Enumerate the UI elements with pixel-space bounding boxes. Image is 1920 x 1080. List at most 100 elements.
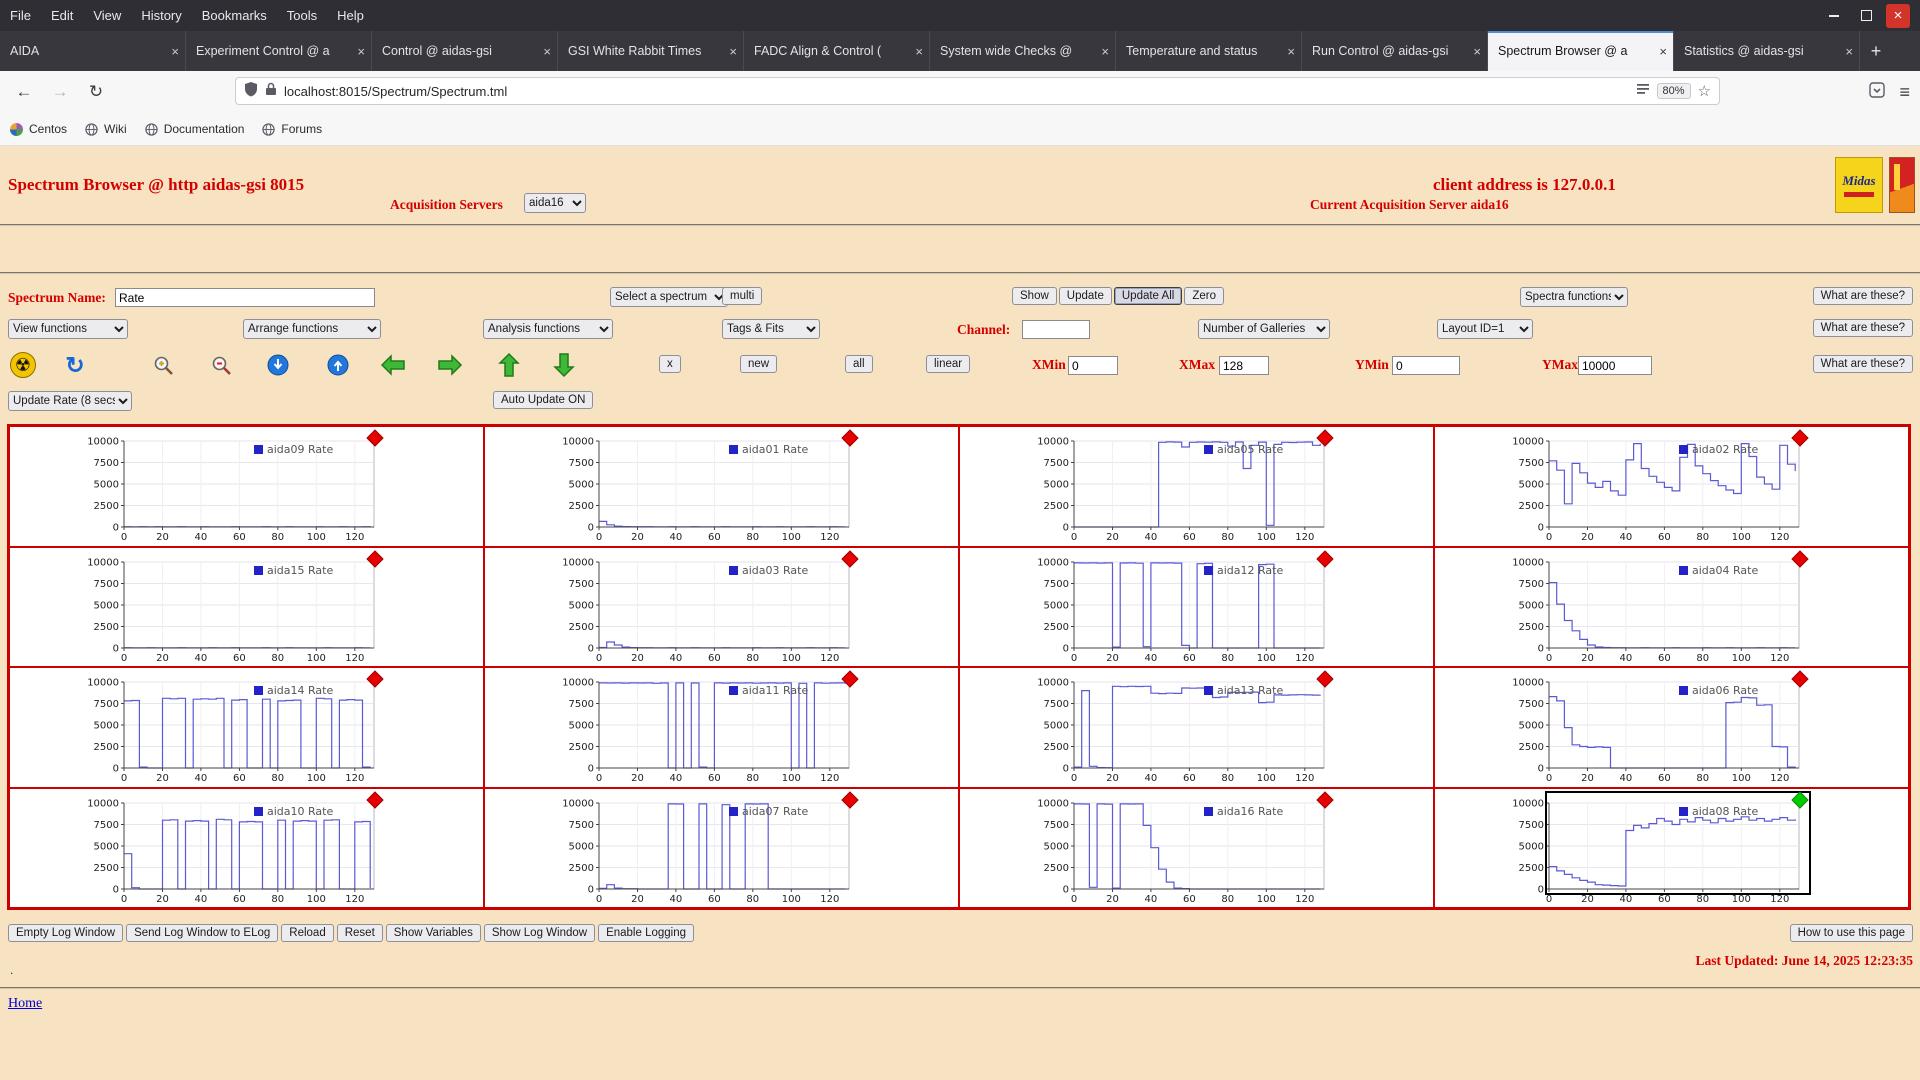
reader-mode-icon[interactable] — [1636, 82, 1650, 101]
pocket-icon[interactable] — [1869, 82, 1885, 103]
url-text[interactable]: localhost:8015/Spectrum/Spectrum.tml — [284, 84, 1629, 99]
spectrum-chart[interactable]: 025005000750010000020406080100120aida13 … — [1022, 670, 1352, 786]
home-link[interactable]: Home — [8, 996, 42, 1012]
bookmark-star-icon[interactable]: ☆ — [1698, 82, 1711, 100]
spectrum-chart[interactable]: 025005000750010000020406080100120aida03 … — [547, 550, 877, 666]
spectrum-cell-aida03[interactable]: 025005000750010000020406080100120aida03 … — [484, 547, 959, 668]
tab-gsi-white-rabbit-times[interactable]: GSI White Rabbit Times× — [558, 31, 744, 71]
channel-input[interactable] — [1022, 320, 1090, 339]
what-are-these-button-3[interactable]: What are these? — [1813, 355, 1913, 373]
auto-update-button[interactable]: Auto Update ON — [493, 391, 593, 409]
all-button[interactable]: all — [845, 355, 873, 373]
spectrum-cell-aida01[interactable]: 025005000750010000020406080100120aida01 … — [484, 426, 959, 547]
analysis-functions-dropdown[interactable]: Analysis functions — [483, 319, 613, 339]
spectrum-chart[interactable]: 025005000750010000020406080100120aida14 … — [72, 670, 402, 786]
spectrum-chart[interactable]: 025005000750010000020406080100120aida11 … — [547, 670, 877, 786]
new-tab-button[interactable]: + — [1860, 31, 1892, 71]
spectrum-name-input[interactable] — [115, 288, 375, 307]
update-rate-dropdown[interactable]: Update Rate (8 secs) — [8, 391, 132, 411]
menu-view[interactable]: View — [83, 0, 131, 31]
new-button[interactable]: new — [740, 355, 777, 373]
tab-aida[interactable]: AIDA× — [0, 31, 186, 71]
spectrum-chart[interactable]: 025005000750010000020406080100120aida12 … — [1022, 550, 1352, 666]
what-are-these-button-1[interactable]: What are these? — [1813, 287, 1913, 305]
tab-experiment-control-a[interactable]: Experiment Control @ a× — [186, 31, 372, 71]
tab-run-control-aidas-gsi[interactable]: Run Control @ aidas-gsi× — [1302, 31, 1488, 71]
tab-close-icon[interactable]: × — [357, 44, 365, 59]
reload-button[interactable]: ↻ — [82, 78, 110, 106]
what-are-these-button-2[interactable]: What are these? — [1813, 319, 1913, 337]
tab-temperature-and-status[interactable]: Temperature and status× — [1116, 31, 1302, 71]
spectrum-cell-aida08[interactable]: 025005000750010000020406080100120aida08 … — [1434, 788, 1909, 909]
spectrum-cell-aida14[interactable]: 025005000750010000020406080100120aida14 … — [9, 667, 484, 788]
spectrum-chart[interactable]: 025005000750010000020406080100120aida01 … — [547, 429, 877, 545]
tab-close-icon[interactable]: × — [1659, 44, 1667, 59]
tab-close-icon[interactable]: × — [1473, 44, 1481, 59]
zoom-out-icon[interactable] — [208, 352, 234, 378]
x-button[interactable]: x — [659, 355, 681, 373]
show-log-window[interactable]: Show Log Window — [484, 924, 595, 942]
ymax-input[interactable] — [1578, 356, 1652, 375]
spectrum-chart[interactable]: 025005000750010000020406080100120aida08 … — [1497, 791, 1827, 907]
refresh-sync-icon[interactable]: ↻ — [62, 352, 88, 378]
menu-tools[interactable]: Tools — [277, 0, 327, 31]
spectrum-cell-aida15[interactable]: 025005000750010000020406080100120aida15 … — [9, 547, 484, 668]
reset[interactable]: Reset — [337, 924, 383, 942]
acquisition-server-select[interactable]: aida16 — [524, 193, 586, 213]
spectrum-cell-aida12[interactable]: 025005000750010000020406080100120aida12 … — [959, 547, 1434, 668]
shield-icon[interactable] — [244, 81, 258, 102]
bookmark-forums[interactable]: Forums — [262, 122, 322, 136]
spectra-functions-dropdown[interactable]: Spectra functions — [1520, 287, 1628, 307]
spectrum-chart[interactable]: 025005000750010000020406080100120aida10 … — [72, 791, 402, 907]
spectrum-chart[interactable]: 025005000750010000020406080100120aida15 … — [72, 550, 402, 666]
tab-close-icon[interactable]: × — [1845, 44, 1853, 59]
spectrum-cell-aida05[interactable]: 025005000750010000020406080100120aida05 … — [959, 426, 1434, 547]
empty-log-window[interactable]: Empty Log Window — [8, 924, 123, 942]
blue-arrow-down-icon[interactable] — [265, 352, 291, 378]
green-arrow-left-icon[interactable] — [380, 352, 406, 378]
xmin-input[interactable] — [1068, 356, 1118, 375]
spectrum-chart[interactable]: 025005000750010000020406080100120aida04 … — [1497, 550, 1827, 666]
spectrum-chart[interactable]: 025005000750010000020406080100120aida02 … — [1497, 429, 1827, 545]
menu-bookmarks[interactable]: Bookmarks — [192, 0, 277, 31]
select-spectrum-dropdown[interactable]: Select a spectrum — [610, 287, 728, 307]
reload[interactable]: Reload — [281, 924, 333, 942]
spectrum-cell-aida11[interactable]: 025005000750010000020406080100120aida11 … — [484, 667, 959, 788]
green-arrow-right-icon[interactable] — [437, 352, 463, 378]
zoom-level-badge[interactable]: 80% — [1657, 83, 1691, 99]
xmax-input[interactable] — [1219, 356, 1269, 375]
tab-spectrum-browser-a[interactable]: Spectrum Browser @ a× — [1488, 31, 1674, 71]
spectrum-cell-aida10[interactable]: 025005000750010000020406080100120aida10 … — [9, 788, 484, 909]
spectrum-chart[interactable]: 025005000750010000020406080100120aida16 … — [1022, 791, 1352, 907]
blue-arrow-up-icon[interactable] — [325, 352, 351, 378]
enable-logging[interactable]: Enable Logging — [598, 924, 694, 942]
back-button[interactable]: ← — [10, 78, 38, 106]
tags-fits-dropdown[interactable]: Tags & Fits — [722, 319, 820, 339]
spectrum-chart[interactable]: 025005000750010000020406080100120aida09 … — [72, 429, 402, 545]
close-button[interactable]: × — [1886, 4, 1910, 28]
multi-button[interactable]: multi — [722, 287, 762, 305]
spectrum-cell-aida09[interactable]: 025005000750010000020406080100120aida09 … — [9, 426, 484, 547]
spectrum-chart[interactable]: 025005000750010000020406080100120aida06 … — [1497, 670, 1827, 786]
spectrum-cell-aida07[interactable]: 025005000750010000020406080100120aida07 … — [484, 788, 959, 909]
menu-help[interactable]: Help — [327, 0, 374, 31]
bookmark-wiki[interactable]: Wiki — [85, 122, 127, 136]
arrange-functions-dropdown[interactable]: Arrange functions — [243, 319, 381, 339]
tab-close-icon[interactable]: × — [543, 44, 551, 59]
number-of-galleries-dropdown[interactable]: Number of Galleries — [1198, 319, 1330, 339]
how-to-use-button[interactable]: How to use this page — [1790, 924, 1913, 942]
tab-fadc-align-control[interactable]: FADC Align & Control (× — [744, 31, 930, 71]
minimize-button[interactable] — [1822, 4, 1846, 28]
menu-file[interactable]: File — [0, 0, 41, 31]
url-bar[interactable]: localhost:8015/Spectrum/Spectrum.tml 80%… — [235, 77, 1720, 105]
tab-control-aidas-gsi[interactable]: Control @ aidas-gsi× — [372, 31, 558, 71]
ymin-input[interactable] — [1392, 356, 1460, 375]
tab-close-icon[interactable]: × — [915, 44, 923, 59]
green-arrow-up-icon[interactable] — [496, 352, 522, 378]
update-all-button[interactable]: Update All — [1114, 287, 1182, 305]
show-button[interactable]: Show — [1012, 287, 1057, 305]
menu-icon[interactable]: ≡ — [1899, 82, 1910, 103]
spectrum-chart[interactable]: 025005000750010000020406080100120aida05 … — [1022, 429, 1352, 545]
spectrum-chart[interactable]: 025005000750010000020406080100120aida07 … — [547, 791, 877, 907]
green-arrow-down-icon[interactable] — [551, 352, 577, 378]
